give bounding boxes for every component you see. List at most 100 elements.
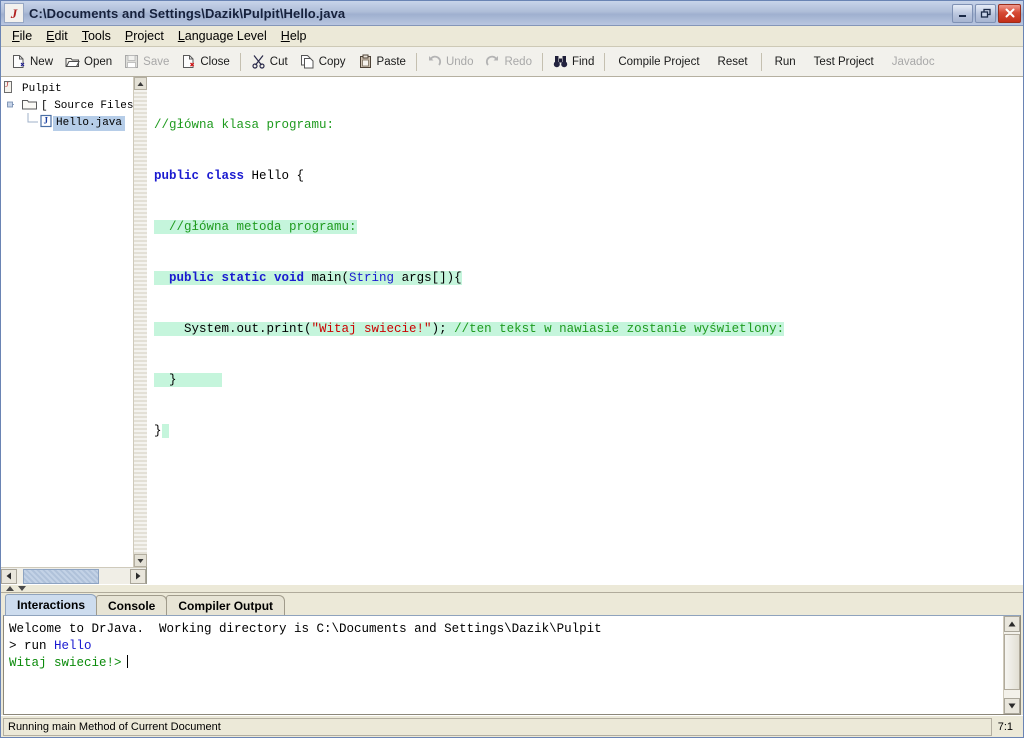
tree-scroll-track[interactable] <box>133 90 147 554</box>
find-button[interactable]: Find <box>547 50 600 74</box>
save-disk-icon <box>124 54 139 69</box>
cut-button-label: Cut <box>269 55 288 68</box>
tab-compiler-output[interactable]: Compiler Output <box>166 595 286 615</box>
tree-scroll-left-icon[interactable] <box>1 568 17 584</box>
compile-project-button-label: Compile Project <box>618 55 700 68</box>
tab-compiler-output-label: Compiler Output <box>178 598 274 613</box>
code-segment: args[]){ <box>394 271 462 285</box>
reset-button-label: Reset <box>717 55 748 68</box>
interactions-panel: Welcome to DrJava. Working directory is … <box>3 615 1021 715</box>
save-button-label: Save <box>143 55 170 68</box>
new-button-label: New <box>30 55 54 68</box>
bottom-tab-strip: Interactions Console Compiler Output <box>1 593 1023 615</box>
window-controls <box>952 3 1021 23</box>
title-bar: J C:\Documents and Settings\Dazik\Pulpit… <box>1 1 1023 26</box>
new-button[interactable]: New <box>5 50 59 74</box>
svg-text:J: J <box>44 116 49 126</box>
toolbar: New Open Save Close Cut Copy Paste Undo … <box>1 47 1023 77</box>
menu-language-level-label: anguage Level <box>184 28 267 43</box>
app-icon: J <box>4 3 24 23</box>
split-collapse-up-icon <box>6 586 14 591</box>
status-bar: Running main Method of Current Document … <box>1 715 1023 737</box>
menu-language-level[interactable]: Language Level <box>171 28 274 45</box>
tab-console[interactable]: Console <box>96 595 168 615</box>
code-segment: main( <box>311 271 350 285</box>
top-split: J Pulpit [Source Files J Hello.java //g… <box>1 77 1023 584</box>
code-content[interactable]: //główna klasa programu: public class He… <box>148 77 1023 474</box>
close-button[interactable] <box>998 3 1021 23</box>
java-file-icon: J <box>39 114 53 133</box>
code-line: //główna klasa programu: <box>154 117 1023 134</box>
tree-hscroll-thumb[interactable] <box>23 568 99 584</box>
close-document-button[interactable]: Close <box>175 50 235 74</box>
menu-edit-label: dit <box>54 28 68 43</box>
menu-help[interactable]: Help <box>274 28 314 45</box>
restore-button[interactable] <box>975 3 996 23</box>
tree-row-file[interactable]: J Hello.java <box>3 113 133 134</box>
javadoc-button: Javadoc <box>883 50 944 74</box>
code-editor[interactable]: //główna klasa programu: public class He… <box>147 77 1023 584</box>
code-segment: Hello { <box>251 169 305 183</box>
tab-interactions[interactable]: Interactions <box>5 594 98 615</box>
redo-button: Redo <box>479 50 538 74</box>
interactions-welcome: Welcome to DrJava. Working directory is … <box>9 622 602 636</box>
interactions-scroll-down-icon[interactable] <box>1004 698 1020 714</box>
code-segment: public static void <box>154 271 312 285</box>
document-tree[interactable]: J Pulpit [Source Files J Hello.java <box>1 77 133 567</box>
code-segment: //główna klasa programu: <box>154 118 335 132</box>
compile-project-button[interactable]: Compile Project <box>609 50 708 74</box>
undo-button: Undo <box>421 50 480 74</box>
code-line: //główna metoda programu: <box>154 219 1023 236</box>
minimize-button[interactable] <box>952 3 973 23</box>
interactions-scroll-up-icon[interactable] <box>1004 616 1020 632</box>
cut-button[interactable]: Cut <box>245 50 294 74</box>
toolbar-separator-2 <box>415 52 417 71</box>
reset-button[interactable]: Reset <box>709 50 757 74</box>
toolbar-separator-4 <box>604 52 606 71</box>
code-segment: //ten tekst w nawiasie zostanie wyświetl… <box>454 322 785 336</box>
menu-tools[interactable]: Tools <box>75 28 118 45</box>
tree-scroll-up-icon[interactable] <box>133 77 147 90</box>
tab-interactions-label: Interactions <box>17 598 86 612</box>
menu-edit[interactable]: Edit <box>39 28 75 45</box>
close-file-icon <box>181 54 196 69</box>
tree-file-label: Hello.java <box>53 116 126 131</box>
tree-hscroll-track[interactable] <box>17 568 130 584</box>
tree-row-source-files[interactable]: [ Source Files ] <box>3 98 133 115</box>
run-button-label: Run <box>774 55 796 68</box>
window-title: C:\Documents and Settings\Dazik\Pulpit\H… <box>29 5 346 21</box>
open-button[interactable]: Open <box>59 50 118 74</box>
caret-position-indicator: 7:1 <box>997 720 1013 733</box>
code-line: public class Hello { <box>154 168 1023 185</box>
tree-vertical-scrollbar[interactable] <box>133 77 147 567</box>
interactions-scroll-track[interactable] <box>1004 632 1020 698</box>
test-project-button[interactable]: Test Project <box>805 50 883 74</box>
code-segment: //główna metoda programu: <box>154 220 357 234</box>
open-folder-icon <box>65 54 80 69</box>
interactions-command: run <box>24 639 55 653</box>
tree-scroll-wrapper: J Pulpit [Source Files J Hello.java <box>1 77 147 567</box>
menu-project[interactable]: Project <box>118 28 171 45</box>
copy-button-label: Copy <box>318 55 346 68</box>
code-segment: ); <box>431 322 455 336</box>
paste-button-label: Paste <box>376 55 406 68</box>
tree-scroll-right-icon[interactable] <box>130 568 146 584</box>
interactions-vertical-scrollbar[interactable] <box>1003 616 1020 714</box>
copy-icon <box>300 54 315 69</box>
code-segment: } <box>154 424 162 438</box>
paste-button[interactable]: Paste <box>352 50 412 74</box>
expand-handle-icon[interactable] <box>7 97 21 116</box>
javadoc-button-label: Javadoc <box>891 55 935 68</box>
copy-button[interactable]: Copy <box>294 50 352 74</box>
close-document-button-label: Close <box>200 55 230 68</box>
tree-branch-line <box>25 113 39 134</box>
tree-horizontal-scrollbar[interactable] <box>1 567 146 584</box>
menu-file[interactable]: File <box>5 28 39 45</box>
interactions-scroll-thumb[interactable] <box>1004 634 1020 690</box>
run-button[interactable]: Run <box>766 50 805 74</box>
tree-scroll-down-icon[interactable] <box>133 554 147 567</box>
interactions-output[interactable]: Welcome to DrJava. Working directory is … <box>4 616 1003 714</box>
tree-row-root[interactable]: J Pulpit <box>3 81 133 98</box>
redo-arrow-icon <box>485 54 500 69</box>
split-pane-divider[interactable] <box>1 584 1023 593</box>
